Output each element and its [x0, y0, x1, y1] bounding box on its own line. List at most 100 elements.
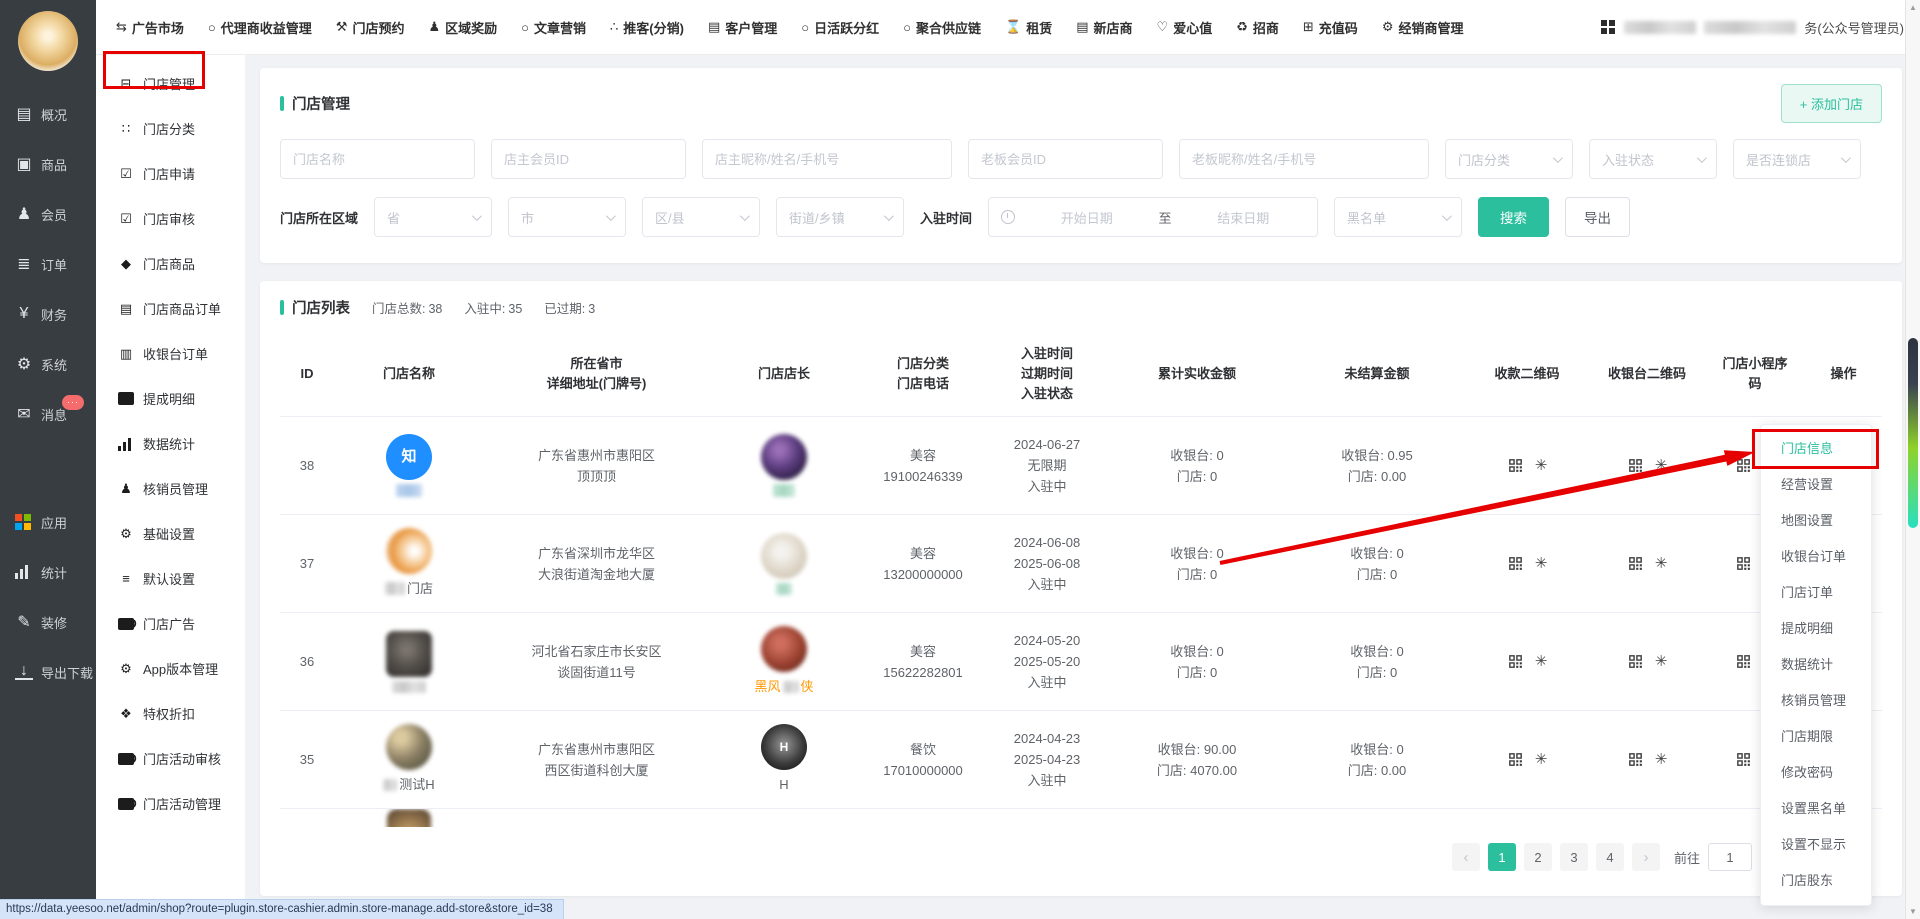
- menu-item-store-info[interactable]: 门店信息: [1761, 431, 1871, 467]
- nav-agent-income[interactable]: ○代理商收益管理: [208, 18, 312, 37]
- is-chain-select[interactable]: 是否连锁店: [1733, 139, 1861, 179]
- district-select[interactable]: 区/县: [642, 197, 760, 237]
- nav-supply-chain[interactable]: ○聚合供应链: [903, 18, 981, 37]
- boss-info-input[interactable]: [1179, 139, 1429, 179]
- miniprogram-code-icon[interactable]: ✳: [1535, 455, 1548, 476]
- nav-new-merchant[interactable]: ▤新店商: [1076, 18, 1132, 37]
- miniprogram-code-icon[interactable]: ✳: [1535, 553, 1548, 574]
- page-button-1[interactable]: 1: [1488, 843, 1516, 871]
- sub-item-app-version[interactable]: ⚙App版本管理: [96, 646, 245, 691]
- sub-item-commission[interactable]: ¥提成明细: [96, 376, 245, 421]
- sub-item-verifier-manage[interactable]: ♟核销员管理: [96, 466, 245, 511]
- page-button-4[interactable]: 4: [1596, 843, 1624, 871]
- menu-item-store-term[interactable]: 门店期限: [1761, 719, 1871, 755]
- cashier-qr-cell[interactable]: ✳: [1587, 553, 1707, 574]
- sub-item-default-settings[interactable]: ≡默认设置: [96, 556, 245, 601]
- sidebar-item-export-download[interactable]: ↓导出下载: [0, 647, 96, 697]
- menu-item-set-hidden[interactable]: 设置不显示: [1761, 827, 1871, 863]
- menu-item-operation-settings[interactable]: 经营设置: [1761, 467, 1871, 503]
- page-button-3[interactable]: 3: [1560, 843, 1588, 871]
- sidebar-item-overview[interactable]: ▤概况: [0, 89, 96, 139]
- nav-recharge-code[interactable]: ⊞充值码: [1303, 18, 1358, 37]
- nav-love-value[interactable]: ♡爱心值: [1157, 18, 1213, 37]
- menu-item-set-blacklist[interactable]: 设置黑名单: [1761, 791, 1871, 827]
- add-store-button[interactable]: + 添加门店: [1781, 84, 1882, 123]
- menu-item-change-password[interactable]: 修改密码: [1761, 755, 1871, 791]
- sub-item-basic-settings[interactable]: ⚙基础设置: [96, 511, 245, 556]
- menu-item-store-shareholders[interactable]: 门店股东: [1761, 863, 1871, 899]
- sidebar-item-finance[interactable]: ¥财务: [0, 289, 96, 339]
- miniprogram-code-icon[interactable]: ✳: [1655, 455, 1668, 476]
- nav-customer-manage[interactable]: ▤客户管理: [708, 18, 777, 37]
- menu-item-cashier-orders[interactable]: 收银台订单: [1761, 539, 1871, 575]
- sidebar-item-goods[interactable]: ▣商品: [0, 139, 96, 189]
- payment-qr-cell[interactable]: ✳: [1467, 651, 1587, 672]
- miniprogram-code-icon[interactable]: ✳: [1655, 651, 1668, 672]
- sub-item-store-goods[interactable]: ◆门店商品: [96, 241, 245, 286]
- avatar[interactable]: [18, 11, 78, 71]
- start-date-field[interactable]: 开始日期: [1025, 208, 1149, 227]
- nav-investment[interactable]: ♻招商: [1236, 18, 1279, 37]
- menu-item-commission-detail[interactable]: 提成明细: [1761, 611, 1871, 647]
- nav-daily-dividend[interactable]: ○日活跃分红: [801, 18, 879, 37]
- scroll-up-icon[interactable]: ▲: [1906, 3, 1920, 12]
- nav-dealer-manage[interactable]: ⚙经销商管理: [1382, 18, 1464, 37]
- sub-item-store-apply[interactable]: ☑门店申请: [96, 151, 245, 196]
- sub-item-store-audit[interactable]: ☑门店审核: [96, 196, 245, 241]
- miniprogram-code-icon[interactable]: ✳: [1535, 651, 1548, 672]
- sidebar-item-messages[interactable]: ✉消息···: [0, 389, 96, 439]
- export-button[interactable]: 导出: [1565, 197, 1630, 237]
- miniprogram-code-icon[interactable]: ✳: [1655, 553, 1668, 574]
- miniprogram-code-icon[interactable]: ✳: [1655, 749, 1668, 770]
- menu-item-verifier-manage[interactable]: 核销员管理: [1761, 683, 1871, 719]
- user-area[interactable]: 务(公众号管理员): [1601, 18, 1904, 37]
- menu-item-store-orders[interactable]: 门店订单: [1761, 575, 1871, 611]
- cashier-qr-cell[interactable]: ✳: [1587, 455, 1707, 476]
- sub-item-cashier-order[interactable]: ▥收银台订单: [96, 331, 245, 376]
- sub-item-store-ad[interactable]: AD门店广告: [96, 601, 245, 646]
- city-select[interactable]: 市: [508, 197, 626, 237]
- blacklist-select[interactable]: 黑名单: [1334, 197, 1462, 237]
- province-select[interactable]: 省: [374, 197, 492, 237]
- owner-info-input[interactable]: [702, 139, 952, 179]
- sidebar-item-decorate[interactable]: ✎装修: [0, 597, 96, 647]
- sub-item-store-goods-order[interactable]: ▤门店商品订单: [96, 286, 245, 331]
- menu-item-data-stats[interactable]: 数据统计: [1761, 647, 1871, 683]
- payment-qr-cell[interactable]: ✳: [1467, 455, 1587, 476]
- sidebar-item-orders[interactable]: ≣订单: [0, 239, 96, 289]
- sidebar-item-members[interactable]: ♟会员: [0, 189, 96, 239]
- entry-status-select[interactable]: 入驻状态: [1589, 139, 1717, 179]
- search-button[interactable]: 搜索: [1478, 197, 1549, 237]
- nav-distribution[interactable]: ∴推客(分销): [610, 18, 684, 37]
- miniprogram-code-icon[interactable]: ✳: [1535, 749, 1548, 770]
- page-scrollbar[interactable]: ▲ ▼: [1905, 0, 1920, 919]
- menu-item-map-settings[interactable]: 地图设置: [1761, 503, 1871, 539]
- nav-store-booking[interactable]: ⚒门店预约: [336, 18, 405, 37]
- nav-ad-market[interactable]: ⇆广告市场: [116, 18, 184, 37]
- sidebar-item-apps[interactable]: 应用: [0, 497, 96, 547]
- sub-item-store-manage[interactable]: ⊟门店管理: [96, 61, 245, 106]
- scroll-down-icon[interactable]: ▼: [1906, 907, 1920, 916]
- store-category-select[interactable]: 门店分类: [1445, 139, 1573, 179]
- nav-article-marketing[interactable]: ○文章营销: [521, 18, 586, 37]
- sub-item-activity-audit[interactable]: AD门店活动审核: [96, 736, 245, 781]
- sub-item-store-category[interactable]: ∷门店分类: [96, 106, 245, 151]
- prev-page-button[interactable]: ‹: [1452, 843, 1480, 871]
- date-range-picker[interactable]: 开始日期 至 结束日期: [988, 197, 1318, 237]
- payment-qr-cell[interactable]: ✳: [1467, 553, 1587, 574]
- street-select[interactable]: 街道/乡镇: [776, 197, 904, 237]
- jump-page-input[interactable]: [1708, 843, 1752, 871]
- sidebar-item-stats[interactable]: 统计: [0, 547, 96, 597]
- sub-item-privilege-discount[interactable]: ❖特权折扣: [96, 691, 245, 736]
- cashier-qr-cell[interactable]: ✳: [1587, 651, 1707, 672]
- end-date-field[interactable]: 结束日期: [1182, 208, 1306, 227]
- nav-region-reward[interactable]: ♟区域奖励: [428, 18, 497, 37]
- sidebar-item-system[interactable]: ⚙系统: [0, 339, 96, 389]
- sub-item-activity-manage[interactable]: AD门店活动管理: [96, 781, 245, 826]
- page-button-2[interactable]: 2: [1524, 843, 1552, 871]
- payment-qr-cell[interactable]: ✳: [1467, 749, 1587, 770]
- nav-leasing[interactable]: ⌛租赁: [1005, 18, 1052, 37]
- owner-member-id-input[interactable]: [491, 139, 686, 179]
- sub-item-data-stats[interactable]: 数据统计: [96, 421, 245, 466]
- scrollbar-thumb[interactable]: [1908, 338, 1918, 528]
